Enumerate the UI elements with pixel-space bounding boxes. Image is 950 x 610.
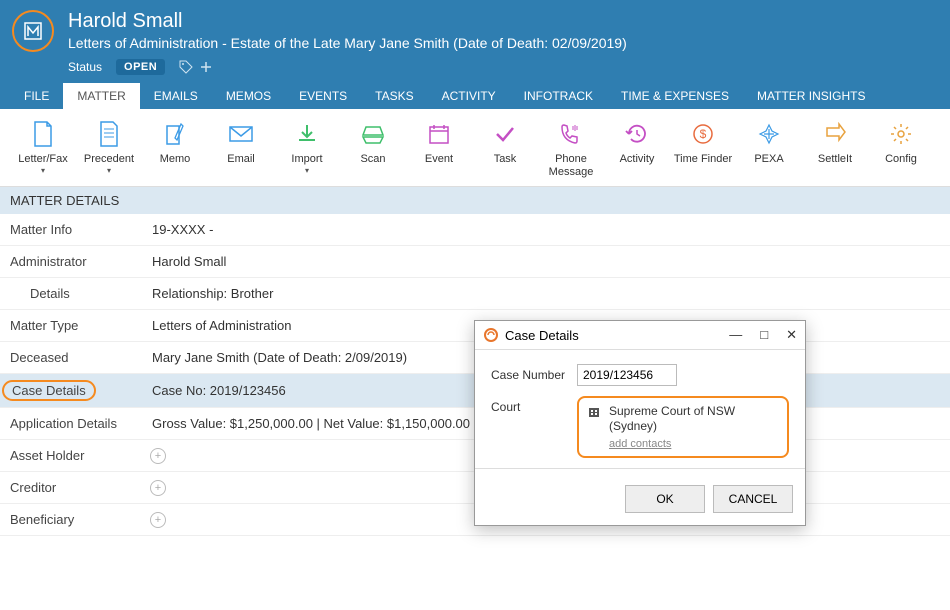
close-icon[interactable]: ✕ <box>786 327 797 343</box>
arrow-right-icon <box>823 119 847 149</box>
menu-infotrack[interactable]: INFOTRACK <box>510 83 607 109</box>
row-matter-info[interactable]: Matter Info 19-XXXX - <box>0 214 950 246</box>
menu-file[interactable]: FILE <box>10 83 63 109</box>
ribbon-import[interactable]: Import▾ <box>274 117 340 180</box>
status-label: Status <box>68 60 102 74</box>
menu-memos[interactable]: MEMOS <box>212 83 285 109</box>
case-number-input[interactable] <box>577 364 677 386</box>
court-label: Court <box>491 396 577 414</box>
ribbon-email[interactable]: Email <box>208 117 274 180</box>
ok-button[interactable]: OK <box>625 485 705 513</box>
ribbon-scan[interactable]: Scan <box>340 117 406 180</box>
ribbon-pexa[interactable]: PEXA <box>736 117 802 180</box>
menu-emails[interactable]: EMAILS <box>140 83 212 109</box>
case-details-dialog: Case Details — □ ✕ Case Number Court Sup… <box>474 320 806 526</box>
ribbon-precedent[interactable]: Precedent▾ <box>76 117 142 180</box>
ribbon-phone-message[interactable]: Phone Message <box>538 117 604 180</box>
ribbon-config[interactable]: Config <box>868 117 934 180</box>
add-tag-icon[interactable] <box>199 60 213 74</box>
ribbon-memo[interactable]: Memo <box>142 117 208 180</box>
tag-icon[interactable] <box>179 60 193 74</box>
dialog-title: Case Details <box>505 328 729 343</box>
menu-bar: FILE MATTER EMAILS MEMOS EVENTS TASKS AC… <box>0 83 950 109</box>
check-icon <box>493 119 517 149</box>
calendar-icon <box>427 119 451 149</box>
row-administrator[interactable]: Administrator Harold Small <box>0 246 950 278</box>
download-icon <box>295 119 319 149</box>
minimize-icon[interactable]: — <box>729 327 742 343</box>
add-contacts-link[interactable]: add contacts <box>609 438 779 450</box>
status-badge[interactable]: OPEN <box>116 59 165 75</box>
court-selector[interactable]: Supreme Court of NSW (Sydney) add contac… <box>577 396 789 458</box>
building-icon <box>587 404 601 418</box>
add-beneficiary-icon[interactable]: + <box>150 512 166 528</box>
dialog-app-icon <box>483 327 499 343</box>
envelope-icon <box>228 119 254 149</box>
memo-icon <box>164 119 186 149</box>
ribbon-task[interactable]: Task <box>472 117 538 180</box>
app-logo-icon <box>12 10 54 52</box>
matter-description: Letters of Administration - Estate of th… <box>68 35 627 51</box>
row-details[interactable]: Details Relationship: Brother <box>0 278 950 310</box>
menu-matter[interactable]: MATTER <box>63 83 139 109</box>
svg-text:$: $ <box>700 127 707 141</box>
phone-icon <box>559 119 583 149</box>
maximize-icon[interactable]: □ <box>760 327 768 343</box>
page-icon <box>32 119 54 149</box>
document-lines-icon <box>98 119 120 149</box>
ribbon-activity[interactable]: Activity <box>604 117 670 180</box>
menu-events[interactable]: EVENTS <box>285 83 361 109</box>
client-name: Harold Small <box>68 10 627 33</box>
add-asset-holder-icon[interactable]: + <box>150 448 166 464</box>
scanner-icon <box>360 119 386 149</box>
court-name: Supreme Court of NSW (Sydney) <box>609 404 779 434</box>
cancel-button[interactable]: CANCEL <box>713 485 793 513</box>
menu-activity[interactable]: ACTIVITY <box>428 83 510 109</box>
ribbon-letter-fax[interactable]: Letter/Fax▾ <box>10 117 76 180</box>
ribbon-settleit[interactable]: SettleIt <box>802 117 868 180</box>
ribbon-event[interactable]: Event <box>406 117 472 180</box>
history-icon <box>625 119 649 149</box>
dollar-circle-icon: $ <box>691 119 715 149</box>
ribbon-time-finder[interactable]: $ Time Finder <box>670 117 736 180</box>
add-creditor-icon[interactable]: + <box>150 480 166 496</box>
case-number-label: Case Number <box>491 364 577 382</box>
gear-icon <box>889 119 913 149</box>
matter-header: Harold Small Letters of Administration -… <box>0 0 950 83</box>
ribbon-toolbar: Letter/Fax▾ Precedent▾ Memo Email Import… <box>0 109 950 187</box>
section-title: MATTER DETAILS <box>0 187 950 214</box>
menu-tasks[interactable]: TASKS <box>361 83 427 109</box>
menu-matter-insights[interactable]: MATTER INSIGHTS <box>743 83 879 109</box>
menu-time-expenses[interactable]: TIME & EXPENSES <box>607 83 743 109</box>
pexa-icon <box>757 119 781 149</box>
